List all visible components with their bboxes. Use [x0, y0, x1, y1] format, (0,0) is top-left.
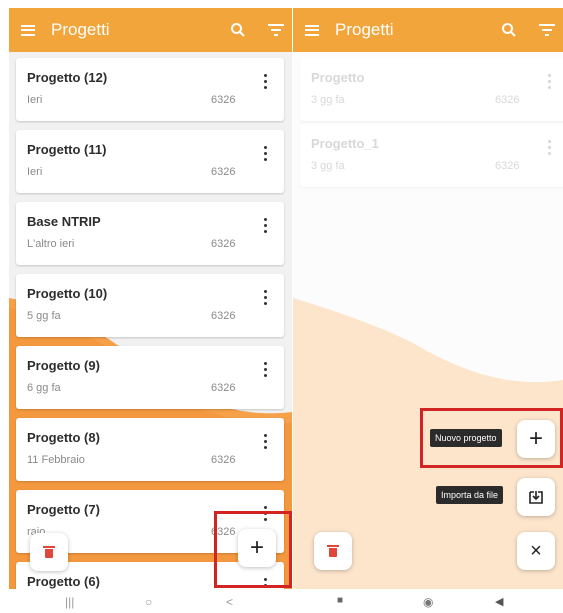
project-size: 6326 — [495, 160, 520, 172]
project-size: 6326 — [211, 310, 236, 322]
highlight-box — [214, 511, 292, 588]
project-date: 6 gg fa — [27, 382, 61, 394]
app-bar: Progetti — [9, 8, 292, 52]
filter-icon[interactable] — [539, 24, 555, 36]
highlight-box — [420, 408, 563, 468]
more-vertical-icon[interactable] — [263, 218, 269, 236]
project-date: Ieri — [27, 166, 43, 178]
delete-button[interactable] — [30, 533, 68, 571]
project-size: 6326 — [211, 382, 236, 394]
right-screen: Progetti Progetto 3 gg fa 6326 Progetto_1 3 … — [293, 8, 563, 613]
project-card[interactable]: Progetto (12) Ieri 6326 — [16, 58, 284, 121]
more-vertical-icon[interactable] — [263, 74, 269, 92]
project-card[interactable]: Progetto (9) 6 gg fa 6326 — [16, 346, 284, 409]
project-card[interactable]: Progetto_1 3 gg fa 6326 — [300, 124, 563, 187]
project-card[interactable]: Base NTRIP L'altro ieri 6326 — [16, 202, 284, 265]
project-name: Progetto — [311, 70, 365, 85]
project-date: 5 gg fa — [27, 310, 61, 322]
page-title: Progetti — [335, 20, 394, 39]
left-screen: Progetti Progetto (12) Ieri 6326 Progetto (… — [9, 8, 292, 613]
project-name: Progetto (11) — [27, 142, 107, 157]
more-vertical-icon[interactable] — [263, 362, 269, 380]
close-button[interactable]: × — [517, 532, 555, 570]
project-name: Progetto (10) — [27, 286, 108, 301]
recents-icon[interactable]: ■ — [337, 595, 343, 606]
delete-button[interactable] — [314, 532, 352, 570]
import-button[interactable] — [517, 478, 555, 516]
project-name: Progetto (9) — [27, 358, 100, 373]
page-title: Progetti — [51, 20, 110, 39]
more-vertical-icon[interactable] — [547, 74, 553, 92]
home-icon[interactable]: ◉ — [423, 595, 433, 609]
project-date: Ieri — [27, 94, 43, 106]
more-vertical-icon[interactable] — [263, 290, 269, 308]
project-name: Progetto (6) — [27, 574, 100, 589]
menu-icon[interactable] — [21, 24, 35, 36]
project-name: Progetto (12) — [27, 70, 108, 85]
project-size: 6326 — [495, 94, 520, 106]
search-icon[interactable] — [230, 22, 246, 38]
filter-icon[interactable] — [268, 24, 284, 36]
more-vertical-icon[interactable] — [547, 140, 553, 158]
home-icon[interactable]: ○ — [145, 595, 152, 609]
back-icon[interactable]: ◀ — [495, 595, 503, 608]
recents-icon[interactable]: ||| — [65, 595, 74, 609]
project-name: Progetto (8) — [27, 430, 100, 445]
project-name: Progetto_1 — [311, 136, 379, 151]
project-size: 6326 — [211, 238, 236, 250]
project-name: Progetto (7) — [27, 502, 100, 517]
more-vertical-icon[interactable] — [263, 434, 269, 452]
search-icon[interactable] — [501, 22, 517, 38]
more-vertical-icon[interactable] — [263, 146, 269, 164]
app-bar: Progetti — [293, 8, 563, 52]
project-card[interactable]: Progetto (8) 11 Febbraio 6326 — [16, 418, 284, 481]
menu-icon[interactable] — [305, 24, 319, 36]
project-date: L'altro ieri — [27, 238, 75, 250]
project-size: 6326 — [211, 166, 236, 178]
project-date: 3 gg fa — [311, 94, 345, 106]
trash-icon — [43, 546, 55, 558]
project-size: 6326 — [211, 454, 236, 466]
close-icon: × — [530, 540, 542, 562]
trash-icon — [327, 545, 339, 557]
project-card[interactable]: Progetto 3 gg fa 6326 — [300, 58, 563, 121]
project-name: Base NTRIP — [27, 214, 101, 229]
back-icon[interactable]: < — [226, 595, 233, 609]
project-card[interactable]: Progetto (11) Ieri 6326 — [16, 130, 284, 193]
import-tooltip: Importa da file — [436, 486, 504, 504]
project-card[interactable]: Progetto (10) 5 gg fa 6326 — [16, 274, 284, 337]
project-date: 11 Febbraio — [27, 454, 85, 466]
system-nav-bar: ||| ○ < — [9, 589, 292, 613]
project-date: 3 gg fa — [311, 160, 345, 172]
import-file-icon — [529, 491, 543, 504]
system-nav-bar: ■ ◉ ◀ — [293, 589, 563, 613]
project-size: 6326 — [211, 94, 236, 106]
